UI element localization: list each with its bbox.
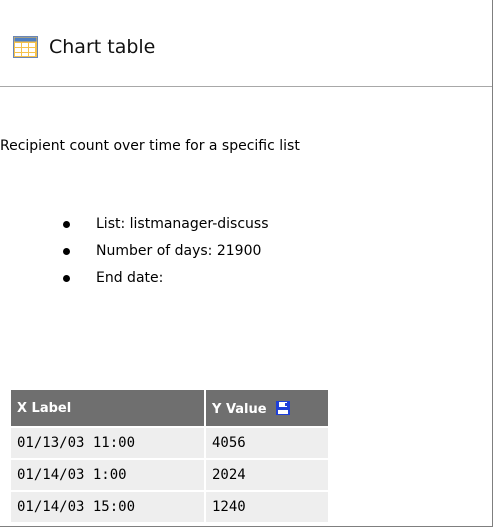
y-value-cell: 2024: [206, 460, 328, 490]
x-label-cell: 01/13/03 11:00: [11, 428, 204, 458]
x-label-column-label: X Label: [17, 400, 72, 416]
chart-description: Recipient count over time for a specific…: [0, 138, 300, 154]
list-detail: List: listmanager-discuss: [57, 211, 269, 238]
table-row: 01/14/03 1:00 2024: [11, 460, 328, 490]
y-value-column-label: Y Value: [212, 401, 267, 417]
page-title: Chart table: [49, 36, 156, 58]
chart-table-window: Chart table Recipient count over time fo…: [0, 0, 493, 527]
page-header: Chart table: [0, 0, 492, 87]
save-icon[interactable]: [275, 400, 291, 416]
y-value-cell: 4056: [206, 428, 328, 458]
number-of-days-detail: Number of days: 21900: [57, 238, 269, 265]
y-value-column-header: Y Value: [206, 390, 328, 426]
x-label-column-header: X Label: [11, 390, 204, 426]
table-header-row: X Label Y Value: [11, 390, 328, 426]
table-icon: [13, 36, 38, 58]
table-row: 01/14/03 15:00 1240: [11, 492, 328, 522]
x-label-cell: 01/14/03 1:00: [11, 460, 204, 490]
end-date-detail: End date:: [57, 265, 269, 292]
chart-details-list: List: listmanager-discuss Number of days…: [57, 211, 269, 292]
chart-data-table: X Label Y Value 01/13/03 11:00 4056 01/1…: [9, 388, 330, 524]
x-label-cell: 01/14/03 15:00: [11, 492, 204, 522]
y-value-cell: 1240: [206, 492, 328, 522]
table-row: 01/13/03 11:00 4056: [11, 428, 328, 458]
